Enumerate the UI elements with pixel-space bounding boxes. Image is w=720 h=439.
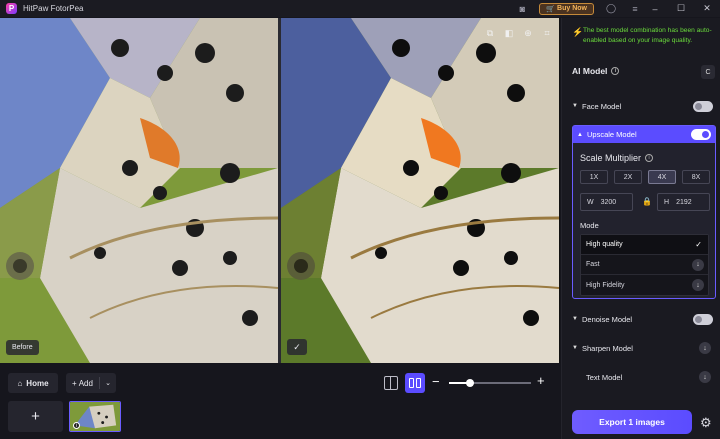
info-icon[interactable]: i: [611, 67, 620, 75]
zoom-in-button[interactable]: +: [537, 373, 545, 388]
denoise-model-row[interactable]: ▼ Denoise Model: [572, 311, 713, 327]
settings-panel: ⚡ The best model combination has been au…: [561, 18, 720, 439]
home-button[interactable]: ⌂ Home: [8, 373, 58, 393]
mode-option-high-fidelity[interactable]: High Fidelity ↓: [581, 275, 708, 295]
scale-options: 1X 2X 4X 8X: [580, 170, 710, 184]
reset-icon[interactable]: C: [701, 65, 715, 79]
gear-icon[interactable]: ⚙: [700, 415, 712, 431]
bottom-bar: ⌂ Home + Add ⌄ + i − +: [0, 363, 560, 439]
chevron-up-icon: ▲: [577, 131, 583, 138]
scale-option-1x[interactable]: 1X: [580, 170, 608, 184]
crop-icon[interactable]: ⌗: [542, 28, 552, 38]
lock-icon[interactable]: 🔒: [642, 197, 652, 206]
face-model-toggle[interactable]: [693, 100, 713, 112]
check-icon[interactable]: ✓: [287, 339, 307, 355]
minimize-button[interactable]: –: [642, 0, 668, 17]
scale-option-2x[interactable]: 2X: [614, 170, 642, 184]
account-icon[interactable]: ◯: [604, 2, 618, 16]
info-icon[interactable]: i: [645, 154, 654, 162]
info-icon[interactable]: i: [73, 422, 80, 429]
app-title: HitPaw FotorPea: [23, 4, 84, 13]
split-view-button[interactable]: [405, 373, 425, 393]
add-image-tile[interactable]: +: [8, 401, 63, 432]
discord-icon[interactable]: ◙: [515, 2, 529, 16]
compare-icon[interactable]: ⧉: [485, 28, 495, 38]
check-icon: ✓: [695, 240, 702, 249]
face-model-row[interactable]: ▼ Face Model: [572, 98, 713, 114]
add-button[interactable]: + Add ⌄: [66, 373, 116, 393]
chevron-down-icon: ▼: [572, 345, 578, 351]
menu-icon[interactable]: ≡: [628, 2, 642, 16]
download-icon[interactable]: ↓: [699, 342, 711, 354]
mode-option-high-quality[interactable]: High quality ✓: [581, 235, 708, 255]
zoom-in-icon[interactable]: ⊕: [523, 28, 533, 38]
chevron-down-icon[interactable]: ⌄: [100, 379, 116, 387]
plus-icon: +: [72, 378, 77, 388]
after-image: [281, 18, 559, 363]
title-bar: P HitPaw FotorPea ◙ 🛒 Buy Now ◯ ≡ – ☐ ✕: [0, 0, 720, 17]
image-canvas[interactable]: ⧉ ◧ ⊕ ⌗ Before ✓: [0, 18, 560, 363]
zoom-out-button[interactable]: −: [432, 374, 440, 389]
sharpen-model-row[interactable]: ▼ Sharpen Model ↓: [572, 340, 713, 356]
export-button[interactable]: Export 1 images: [572, 410, 692, 434]
upscale-model-toggle[interactable]: [691, 129, 711, 140]
download-icon[interactable]: ↓: [699, 371, 711, 383]
scale-option-8x[interactable]: 8X: [682, 170, 710, 184]
ai-model-title: AI Model i: [572, 66, 620, 76]
mode-list: High quality ✓ Fast ↓ High Fidelity ↓: [580, 234, 709, 296]
download-icon[interactable]: ↓: [692, 258, 704, 271]
cart-icon: 🛒: [546, 5, 556, 13]
maximize-button[interactable]: ☐: [668, 0, 694, 17]
zoom-slider-handle[interactable]: [466, 379, 475, 387]
width-field[interactable]: W 3200: [580, 193, 633, 211]
chevron-down-icon: ▼: [572, 103, 578, 109]
text-model-row[interactable]: Text Model ↓: [572, 369, 713, 385]
chevron-down-icon: ▼: [572, 316, 578, 322]
denoise-model-toggle[interactable]: [693, 313, 713, 325]
download-icon[interactable]: ↓: [692, 279, 704, 291]
before-image: [0, 18, 278, 363]
lightning-icon: ⚡: [572, 27, 584, 37]
home-icon: ⌂: [17, 378, 23, 388]
mode-title: Mode: [580, 221, 599, 230]
height-field[interactable]: H 2192: [657, 193, 710, 211]
split-view-icon[interactable]: ◧: [504, 28, 514, 38]
image-toolbar: ⧉ ◧ ⊕ ⌗: [485, 28, 552, 38]
upscale-model-section: ▲ Upscale Model Scale Multiplier i 1X 2X…: [572, 125, 716, 299]
zoom-slider[interactable]: [449, 379, 531, 387]
image-thumbnail[interactable]: i: [69, 401, 121, 432]
close-button[interactable]: ✕: [694, 0, 720, 17]
scale-multiplier-title: Scale Multiplier i: [580, 153, 654, 163]
auto-enable-notice: ⚡ The best model combination has been au…: [572, 27, 712, 44]
before-label: Before: [6, 340, 39, 355]
scale-option-4x[interactable]: 4X: [648, 170, 676, 184]
buy-now-button[interactable]: 🛒 Buy Now: [539, 2, 594, 15]
app-logo-icon: P: [6, 3, 17, 14]
mode-option-fast[interactable]: Fast ↓: [581, 255, 708, 275]
upscale-model-header[interactable]: ▲ Upscale Model: [573, 126, 715, 143]
single-view-icon[interactable]: [384, 376, 398, 390]
